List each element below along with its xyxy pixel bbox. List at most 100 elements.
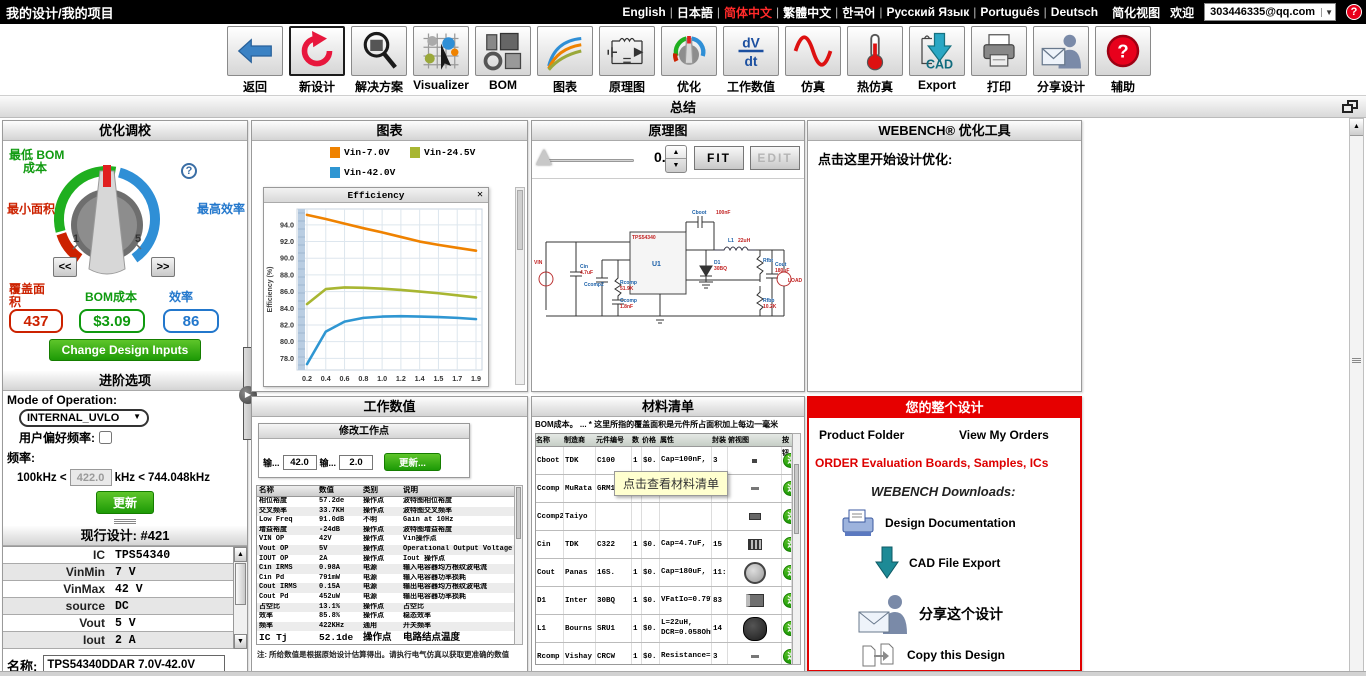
order-eval-boards-link[interactable]: ORDER Evaluation Boards, Samples, ICs (815, 456, 1048, 470)
product-folder-link[interactable]: Product Folder (819, 428, 904, 442)
toolbar-button-bom[interactable] (475, 26, 531, 76)
ov-row-占空比[interactable]: 占空比 13.1% 操作点 占空比 (257, 602, 515, 613)
ov-row-Cout Pd[interactable]: Cout Pd 452uW 电源 输出电容器功率损耗 (257, 593, 515, 603)
language-link-en[interactable]: English (622, 5, 665, 19)
ov-row-频率[interactable]: 频率 422KHz 通用 开关频率 (257, 621, 515, 632)
design-table-scrollbar[interactable]: ▲ ▼ (233, 547, 247, 649)
dial-prev-button[interactable]: << (53, 257, 77, 277)
view-my-orders-link[interactable]: View My Orders (959, 428, 1049, 442)
efficiency-chart[interactable]: 0.2 0.4 0.6 0.8 1.0 1.2 1.4 1.5 1.7 1.9 78.0 80.0 82… (264, 203, 488, 385)
language-link-ja[interactable]: 日本語 (677, 4, 713, 21)
language-link-ko[interactable]: 한국어 (842, 4, 875, 21)
ov-row-VIN OP[interactable]: VIN OP 42V 操作点 Vin操作点 (257, 535, 515, 545)
bom-scrollbar[interactable] (792, 433, 801, 665)
ov-row-Low Freq[interactable]: Low Freq 91.0dB 不明 Gain at 10Hz (257, 516, 515, 526)
ov-row-交叉频率[interactable]: 交叉频率 33.7KH 操作点 波特图交叉频率 (257, 506, 515, 517)
bom-button-cell: 选择替... (782, 447, 792, 474)
select-alternate-button[interactable]: 选择替... (783, 537, 791, 558)
update-button[interactable]: 更新 (95, 491, 154, 514)
help-icon[interactable]: ? (1346, 4, 1362, 20)
bom-footprint: 15 (712, 531, 728, 558)
restore-window-icon[interactable] (1342, 100, 1358, 113)
language-link-zh-cn[interactable]: 简体中文 (724, 4, 772, 21)
toolbar-button-solutions[interactable] (351, 26, 407, 76)
select-alternate-button[interactable]: 选择替... (783, 481, 791, 502)
ov-row-Vout OP[interactable]: Vout OP 5V 操作点 Operational Output Voltage (257, 544, 515, 555)
toolbar-button-thermal[interactable] (847, 26, 903, 76)
ov-row-Cin IRMS[interactable]: Cin IRMS 0.98A 电源 输入电容器均方根纹波电流 (257, 564, 515, 574)
select-alternate-button[interactable]: 选择替... (783, 453, 791, 474)
scroll-up-icon[interactable]: ▲ (234, 547, 247, 562)
ov-row-Cin Pd[interactable]: Cin Pd 791mW 电源 输入电容器功率损耗 (257, 574, 515, 584)
charts-scrollbar[interactable] (515, 187, 525, 385)
spinner-down-icon[interactable]: ▼ (666, 159, 686, 172)
share-design-link[interactable]: 分享这个设计 (857, 594, 1003, 634)
zoom-slider-track[interactable] (542, 159, 634, 162)
mode-of-operation-select[interactable]: INTERNAL_UVLO ▼ (19, 409, 149, 427)
language-link-de[interactable]: Deutsch (1051, 5, 1098, 19)
chart-tick-label: 86.0 (280, 287, 294, 296)
scrollbar-thumb[interactable] (516, 487, 521, 539)
select-alternate-button[interactable]: 选择替... (783, 509, 791, 530)
scrollbar-thumb[interactable] (794, 464, 799, 534)
toolbar-button-share[interactable] (1033, 26, 1089, 76)
schematic-drawing[interactable]: TPS54340 U1 VIN Cin 4.7uF Ccomp2 Rcomp 5… (532, 179, 804, 387)
simplified-view-link[interactable]: 简化视图 (1112, 4, 1160, 21)
scroll-up-icon[interactable]: ▲ (1350, 119, 1363, 136)
dial-help-icon[interactable]: ? (181, 163, 197, 179)
legend-item-1[interactable]: Vin-24.5V (410, 147, 475, 158)
operating-values-scrollbar[interactable] (514, 485, 523, 645)
copy-design-link[interactable]: Copy this Design (861, 642, 1005, 668)
ov-row-效率[interactable]: 效率 85.8% 操作点 稳态效率 (257, 612, 515, 622)
select-alternate-button[interactable]: 选择替... (783, 565, 791, 586)
recalculate-button[interactable]: 更新... (384, 453, 441, 471)
ov-row-Cout IRMS[interactable]: Cout IRMS 0.15A 电源 输出电容器均方根纹波电流 (257, 583, 515, 593)
scrollbar-grip[interactable] (1352, 357, 1361, 364)
horizontal-resize-grip[interactable] (3, 517, 247, 526)
ov-row-IOUT OP[interactable]: IOUT OP 2A 操作点 Iout 操作点 (257, 555, 515, 565)
toolbar-button-new[interactable] (289, 26, 345, 76)
toolbar-button-charts[interactable] (537, 26, 593, 76)
legend-item-0[interactable]: Vin-7.0V (330, 147, 390, 158)
page-scrollbar[interactable]: ▲ (1349, 118, 1364, 672)
select-alternate-button[interactable]: 选择替... (783, 621, 791, 642)
toolbar-button-schematic[interactable] (599, 26, 655, 76)
vin-op-input[interactable] (282, 454, 317, 470)
zoom-slider-thumb[interactable] (536, 149, 552, 165)
select-alternate-button[interactable]: 选择替... (783, 649, 791, 664)
spinner-up-icon[interactable]: ▲ (666, 146, 686, 159)
toolbar-button-optimize[interactable] (661, 26, 717, 76)
toolbar-button-visualizer[interactable] (413, 26, 469, 76)
account-selector[interactable]: 303446335@qq.com ▼ (1204, 3, 1336, 21)
scrollbar-thumb[interactable] (517, 190, 523, 250)
dial-next-button[interactable]: >> (151, 257, 175, 277)
ov-row-增益裕度[interactable]: 增益裕度 -24dB 操作点 波特图增益裕度 (257, 525, 515, 536)
chevron-down-icon[interactable]: ▼ (1321, 7, 1333, 17)
preferred-frequency-checkbox[interactable] (99, 431, 112, 444)
frequency-input[interactable] (69, 469, 112, 486)
change-design-inputs-button[interactable]: Change Design Inputs (48, 339, 202, 361)
scrollbar-thumb[interactable] (235, 563, 246, 605)
tab-summary[interactable]: 总结 (670, 97, 696, 116)
language-link-zh-tw[interactable]: 繁體中文 (783, 4, 831, 21)
optimizer-tool-body[interactable]: 点击这里开始设计优化: (808, 141, 1081, 176)
scroll-down-icon[interactable]: ▼ (234, 634, 247, 649)
close-icon[interactable]: ✕ (477, 188, 483, 203)
iout-op-input[interactable] (339, 454, 374, 470)
cad-file-export-link[interactable]: CAD File Export (875, 546, 1000, 580)
select-alternate-button[interactable]: 选择替... (783, 593, 791, 614)
toolbar-button-print[interactable] (971, 26, 1027, 76)
toolbar-label-new: 新设计 (298, 80, 335, 94)
toolbar-button-dvdt[interactable]: dV dt (723, 26, 779, 76)
fit-button[interactable]: FIT (694, 146, 744, 170)
ov-row-IC Tj[interactable]: IC Tj 52.1de 操作点 电路结点温度 (257, 631, 515, 644)
toolbar-button-help[interactable]: ? (1095, 26, 1151, 76)
toolbar-button-export[interactable]: CAD (909, 26, 965, 76)
legend-item-2[interactable]: Vin-42.0V (330, 167, 395, 178)
ov-row-相位裕度[interactable]: 相位裕度 57.2de 操作点 波特图相位裕度 (257, 497, 515, 507)
language-link-pt[interactable]: Português (980, 5, 1039, 19)
toolbar-button-sim[interactable] (785, 26, 841, 76)
design-documentation-link[interactable]: Design Documentation (841, 508, 1016, 538)
language-link-ru[interactable]: Русский Язык (887, 5, 970, 19)
toolbar-button-back[interactable] (227, 26, 283, 76)
